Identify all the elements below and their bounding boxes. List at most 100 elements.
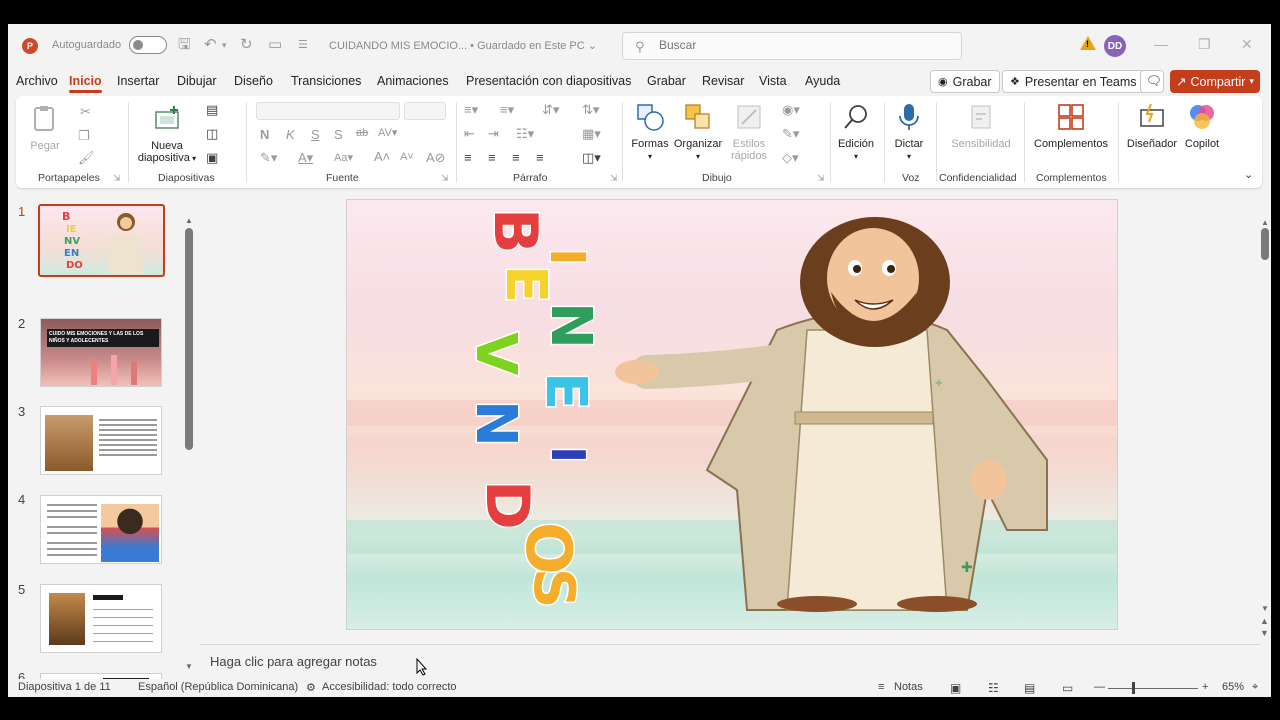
dictate-button[interactable]: Dictar ▾ xyxy=(888,102,930,162)
save-icon[interactable]: 🖫 xyxy=(178,37,191,53)
next-slide-icon[interactable]: ▼ xyxy=(1260,628,1269,638)
notes-icon[interactable]: ≡ xyxy=(878,681,884,693)
notes-placeholder[interactable]: Haga clic para agregar notas xyxy=(210,654,377,669)
user-avatar[interactable]: DD xyxy=(1104,35,1126,57)
warning-icon[interactable]: ! xyxy=(1080,36,1096,50)
tab-insertar[interactable]: Insertar xyxy=(117,74,159,88)
search-input[interactable] xyxy=(659,38,939,52)
present-teams-button[interactable]: ❖ Presentar en Teams xyxy=(1002,70,1145,93)
minimize-icon[interactable]: — xyxy=(1154,36,1168,52)
tab-ayuda[interactable]: Ayuda xyxy=(805,74,840,88)
copy-icon[interactable]: ❐ xyxy=(78,128,90,144)
align-right-icon[interactable]: ≡ xyxy=(512,150,520,165)
align-text-icon[interactable]: ▦▾ xyxy=(582,126,601,142)
shapes-button[interactable]: Formas ▾ xyxy=(628,102,672,162)
previous-slide-icon[interactable]: ▲ xyxy=(1260,616,1269,626)
section-icon[interactable]: ▣ xyxy=(206,150,218,166)
columns-icon[interactable]: ☷▾ xyxy=(516,126,534,142)
font-size-dropdown[interactable] xyxy=(404,102,446,120)
slide-scrollbar[interactable] xyxy=(1261,228,1269,260)
increase-indent-icon[interactable]: ⇥ xyxy=(488,126,499,142)
clipboard-launcher-icon[interactable]: ⇲ xyxy=(113,173,121,184)
start-presentation-icon[interactable]: ▭ xyxy=(268,37,282,53)
restore-icon[interactable]: ❐ xyxy=(1198,36,1211,53)
italic-button[interactable]: K xyxy=(286,127,295,142)
new-slide-button[interactable]: Nueva diapositiva ▾ xyxy=(132,104,202,164)
slide-thumbnail-3[interactable] xyxy=(40,406,162,475)
arrange-button[interactable]: Organizar ▾ xyxy=(672,102,724,162)
clear-format-icon[interactable]: A⊘ xyxy=(426,150,446,166)
slide-sorter-icon[interactable]: ☷ xyxy=(988,681,999,695)
strikethrough-button[interactable]: ab xyxy=(356,127,368,139)
zoom-slider[interactable] xyxy=(1108,688,1198,689)
share-button[interactable]: ↗ Compartir ▾ xyxy=(1170,70,1260,93)
customize-toolbar-icon[interactable]: ☰ xyxy=(298,37,308,53)
reading-view-icon[interactable]: ▤ xyxy=(1024,681,1035,695)
designer-button[interactable]: Diseñador xyxy=(1126,102,1178,150)
char-spacing-icon[interactable]: AV▾ xyxy=(378,126,397,139)
notes-toggle[interactable]: Notas xyxy=(894,681,923,693)
sensitivity-button[interactable]: Sensibilidad xyxy=(944,102,1018,150)
undo-dropdown-icon[interactable]: ▾ xyxy=(222,37,227,53)
tab-grabar[interactable]: Grabar xyxy=(647,74,686,88)
slide-thumbnail-4[interactable] xyxy=(40,495,162,564)
font-name-dropdown[interactable] xyxy=(256,102,400,120)
tab-diseno[interactable]: Diseño xyxy=(234,74,273,88)
font-color-icon[interactable]: A▾ xyxy=(298,150,313,166)
quick-styles-button[interactable]: Estilos rápidos xyxy=(724,102,774,162)
fit-slide-icon[interactable]: ⌖ xyxy=(1252,681,1258,694)
scroll-down-icon[interactable]: ▼ xyxy=(185,662,193,671)
accessibility-status[interactable]: Accesibilidad: todo correcto xyxy=(322,681,457,693)
normal-view-icon[interactable]: ▣ xyxy=(950,681,961,695)
editing-button[interactable]: Edición ▾ xyxy=(834,102,878,162)
cut-icon[interactable]: ✂ xyxy=(80,104,91,120)
numbering-icon[interactable]: ≡▾ xyxy=(500,102,514,118)
comments-button[interactable]: 🗨 xyxy=(1140,70,1164,93)
zoom-out-icon[interactable]: — xyxy=(1094,681,1105,693)
addins-button[interactable]: Complementos xyxy=(1032,102,1110,150)
shape-fill-icon[interactable]: ◉▾ xyxy=(782,102,800,118)
slide-scroll-up-icon[interactable]: ▲ xyxy=(1261,218,1269,227)
shrink-font-icon[interactable]: A˅ xyxy=(400,151,414,163)
format-painter-icon[interactable]: 🖌 xyxy=(78,150,95,166)
current-slide[interactable]: ✚ ✚ B I E N V E N I D O S xyxy=(346,199,1118,630)
tab-vista[interactable]: Vista xyxy=(759,74,787,88)
zoom-in-icon[interactable]: + xyxy=(1202,681,1208,693)
search-box[interactable]: ⚲ xyxy=(622,32,962,60)
slide-scroll-down-icon[interactable]: ▼ xyxy=(1261,604,1269,613)
tab-inicio[interactable]: Inicio xyxy=(69,74,102,93)
tab-animaciones[interactable]: Animaciones xyxy=(377,74,449,88)
tab-transiciones[interactable]: Transiciones xyxy=(291,74,361,88)
zoom-slider-thumb[interactable] xyxy=(1132,682,1135,694)
document-title[interactable]: CUIDANDO MIS EMOCIO... • Guardado en Est… xyxy=(329,39,597,52)
bullets-icon[interactable]: ≡▾ xyxy=(464,102,478,118)
smartart-icon[interactable]: ◫▾ xyxy=(582,150,601,166)
align-center-icon[interactable]: ≡ xyxy=(488,150,496,165)
redo-icon[interactable]: ↻ xyxy=(240,37,253,53)
shape-outline-icon[interactable]: ✎▾ xyxy=(782,126,799,142)
shadow-button[interactable]: S xyxy=(334,127,343,142)
font-launcher-icon[interactable]: ⇲ xyxy=(441,173,449,184)
highlight-icon[interactable]: ✎▾ xyxy=(260,150,277,166)
accessibility-icon[interactable]: ⚙ xyxy=(306,681,316,694)
close-icon[interactable]: ✕ xyxy=(1241,36,1253,53)
slideshow-view-icon[interactable]: ▭ xyxy=(1062,681,1073,695)
language-status[interactable]: Español (República Dominicana) xyxy=(138,681,298,693)
notes-pane[interactable]: Haga clic para agregar notas xyxy=(200,644,1260,680)
ribbon-collapse-icon[interactable]: ⌄ xyxy=(1244,168,1253,181)
tab-revisar[interactable]: Revisar xyxy=(702,74,744,88)
underline-button[interactable]: S xyxy=(311,127,320,142)
zoom-level[interactable]: 65% xyxy=(1222,681,1244,693)
bold-button[interactable]: N xyxy=(260,127,269,142)
decrease-indent-icon[interactable]: ⇤ xyxy=(464,126,475,142)
drawing-launcher-icon[interactable]: ⇲ xyxy=(817,173,825,184)
layout-icon[interactable]: ▤ xyxy=(206,102,218,118)
tab-dibujar[interactable]: Dibujar xyxy=(177,74,217,88)
tab-presentacion[interactable]: Presentación con diapositivas xyxy=(466,74,631,88)
reset-slide-icon[interactable]: ◫ xyxy=(206,126,218,142)
slide-thumbnail-5[interactable] xyxy=(40,584,162,653)
text-direction-icon[interactable]: ⇅▾ xyxy=(582,102,599,118)
autosave-toggle[interactable] xyxy=(129,36,167,54)
undo-icon[interactable]: ↶ xyxy=(204,37,217,53)
paragraph-launcher-icon[interactable]: ⇲ xyxy=(610,173,618,184)
